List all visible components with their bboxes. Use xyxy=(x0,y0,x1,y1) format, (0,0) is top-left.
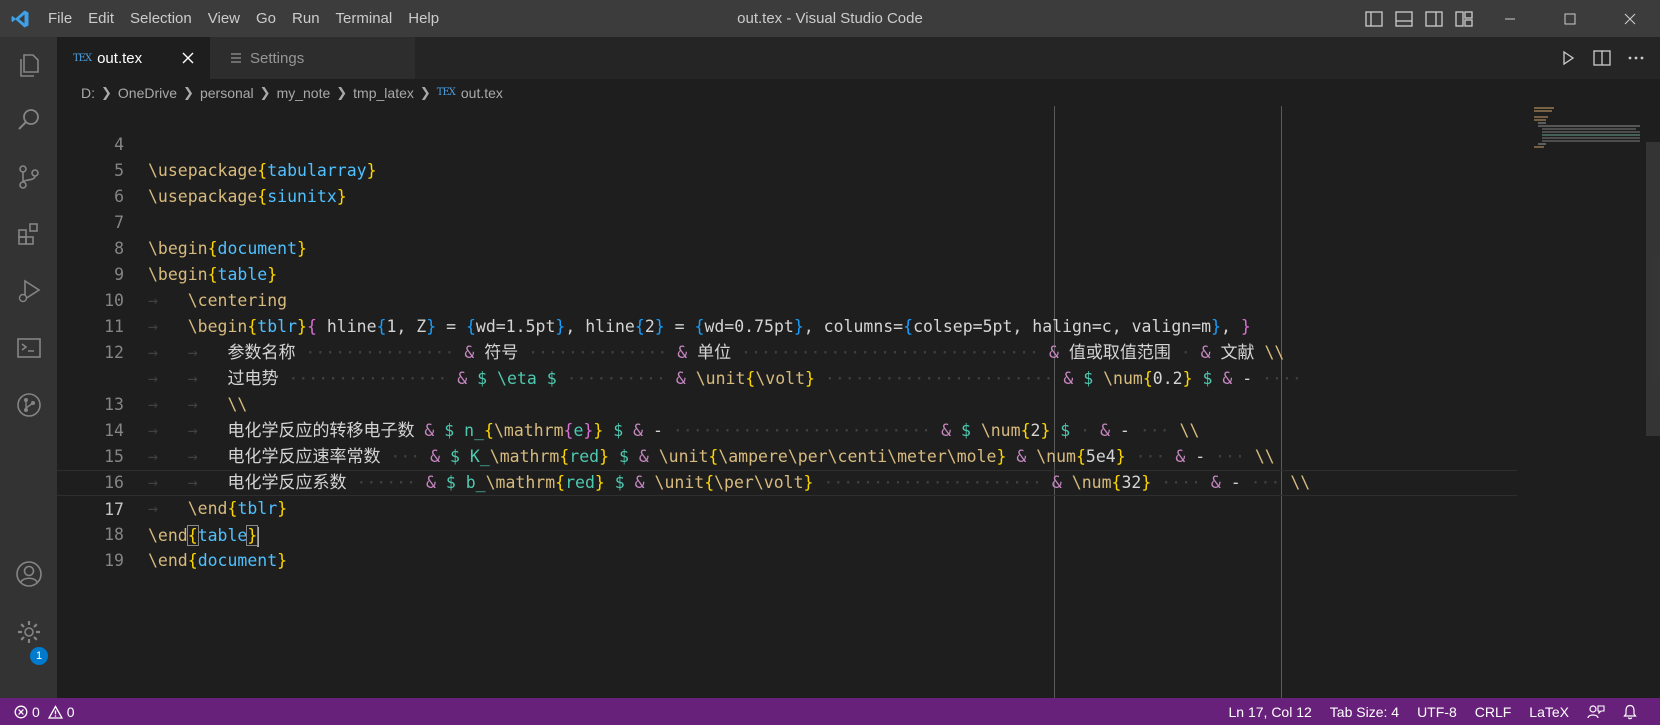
code-line: 15 → → 电化学反应系数 ······ & $ b_\mathrm{red}… xyxy=(57,418,1517,493)
status-bar: 0 0 Ln 17, Col 12 Tab Size: 4 UTF-8 CRLF… xyxy=(0,698,1660,725)
close-window-icon[interactable] xyxy=(1600,0,1660,37)
breadcrumb: D: ❯ OneDrive ❯ personal ❯ my_note ❯ tmp… xyxy=(57,79,1660,106)
chevron-right-icon: ❯ xyxy=(183,84,194,100)
code-line: 11 → → 参数名称 ··············· & 符号 ·······… xyxy=(57,288,1517,363)
git-graph-icon[interactable] xyxy=(0,379,57,431)
breadcrumb-item[interactable]: personal xyxy=(200,85,254,101)
code-editor[interactable]: 4 \usepackage{tabularray} 5 \usepackage{… xyxy=(57,106,1660,698)
minimize-icon[interactable] xyxy=(1480,0,1540,37)
vertical-scrollbar[interactable] xyxy=(1646,106,1660,698)
code-line: → → \\ xyxy=(57,340,1517,414)
warning-count: 0 xyxy=(66,703,75,720)
code-line: 10 → \begin{tblr}{ hline{1, Z} = {wd=1.5… xyxy=(57,262,1517,336)
extensions-icon[interactable] xyxy=(0,208,57,260)
run-file-icon[interactable] xyxy=(1558,48,1578,68)
accounts-icon[interactable] xyxy=(0,548,57,600)
chevron-right-icon: ❯ xyxy=(336,84,348,100)
terminal-icon[interactable] xyxy=(0,322,57,374)
menu-bar: File Edit Selection View Go Run Terminal… xyxy=(40,0,447,37)
customize-layout-icon[interactable] xyxy=(1454,9,1474,29)
menu-go[interactable]: Go xyxy=(248,0,284,37)
menu-terminal[interactable]: Terminal xyxy=(328,0,401,37)
tex-icon: TEX xyxy=(436,87,456,98)
tab-settings[interactable]: Settings xyxy=(210,37,415,79)
tab-out-tex[interactable]: TEX out.tex xyxy=(57,37,210,79)
editor-tab-bar: TEX out.tex Settings xyxy=(57,37,1660,79)
source-control-icon[interactable] xyxy=(0,151,57,203)
tab-size[interactable]: Tab Size: 4 xyxy=(1321,704,1408,720)
menu-run[interactable]: Run xyxy=(284,0,328,37)
tab-label: Settings xyxy=(250,49,305,67)
activity-bar: 1 xyxy=(0,37,57,698)
toggle-primary-sidebar-icon[interactable] xyxy=(1364,9,1384,29)
more-actions-icon[interactable] xyxy=(1626,48,1646,68)
code-line: 6 xyxy=(57,158,1517,206)
minimap[interactable] xyxy=(1532,106,1642,150)
file-encoding[interactable]: UTF-8 xyxy=(1408,704,1466,720)
code-line: 12 → → 过电势 ················ & $ \eta $ ·… xyxy=(57,314,1517,389)
code-line: 8 \begin{table} xyxy=(57,210,1517,284)
notifications-bell-icon[interactable] xyxy=(1614,704,1646,720)
end-of-line[interactable]: CRLF xyxy=(1466,704,1521,720)
error-icon xyxy=(14,705,28,719)
maximize-icon[interactable] xyxy=(1540,0,1600,37)
settings-list-icon xyxy=(230,52,242,64)
menu-view[interactable]: View xyxy=(200,0,248,37)
cursor-position[interactable]: Ln 17, Col 12 xyxy=(1220,704,1321,720)
tab-label: out.tex xyxy=(97,49,143,67)
error-count: 0 xyxy=(32,703,40,720)
code-line: 5 \usepackage{siunitx} xyxy=(57,132,1517,206)
chevron-right-icon: ❯ xyxy=(259,84,271,100)
breadcrumb-item[interactable]: out.tex xyxy=(461,85,503,101)
line-text: \end{document} xyxy=(148,551,288,570)
breadcrumb-item[interactable]: tmp_latex xyxy=(353,85,414,101)
scrollbar-thumb[interactable] xyxy=(1646,142,1660,436)
code-line: 13 → → 电化学反应的转移电子数 & $ n_{\mathrm{e}} $ … xyxy=(57,366,1517,441)
run-debug-icon[interactable] xyxy=(0,265,57,317)
editor-actions xyxy=(1558,37,1646,79)
code-line: 18 \end{document} xyxy=(57,496,1517,570)
code-line: 16 → \end{tblr} xyxy=(57,444,1517,518)
code-line: 7 \begin{document} xyxy=(57,184,1517,258)
code-line: 4 \usepackage{tabularray} xyxy=(57,106,1517,180)
code-line: 9 → \centering xyxy=(57,236,1517,310)
chevron-right-icon: ❯ xyxy=(419,84,431,100)
explorer-icon[interactable] xyxy=(0,39,57,91)
menu-help[interactable]: Help xyxy=(400,0,447,37)
language-mode[interactable]: LaTeX xyxy=(1520,704,1578,720)
menu-file[interactable]: File xyxy=(40,0,80,37)
breadcrumb-item[interactable]: D: xyxy=(81,85,95,101)
manage-gear-icon[interactable] xyxy=(0,606,57,658)
chevron-right-icon: ❯ xyxy=(101,84,112,100)
close-icon[interactable] xyxy=(178,48,198,68)
toggle-secondary-sidebar-icon[interactable] xyxy=(1424,9,1444,29)
problems-indicator[interactable]: 0 0 xyxy=(14,704,75,720)
search-icon[interactable] xyxy=(0,94,57,146)
title-bar: File Edit Selection View Go Run Terminal… xyxy=(0,0,1660,37)
breadcrumb-item[interactable]: my_note xyxy=(277,85,331,101)
code-line: 19 xyxy=(57,522,1517,570)
menu-edit[interactable]: Edit xyxy=(80,0,122,37)
warning-icon xyxy=(47,704,63,719)
feedback-icon[interactable] xyxy=(1578,704,1614,720)
menu-selection[interactable]: Selection xyxy=(122,0,200,37)
code-line: 14 → → 电化学反应速率常数 ··· & $ K_\mathrm{red} … xyxy=(57,392,1517,467)
status-right-items: Ln 17, Col 12 Tab Size: 4 UTF-8 CRLF LaT… xyxy=(1220,704,1647,720)
window-controls xyxy=(1480,0,1660,37)
toggle-panel-icon[interactable] xyxy=(1394,9,1414,29)
vscode-logo-icon xyxy=(0,0,40,37)
tex-icon: TEX xyxy=(73,52,92,64)
code-line-current: 17 \end{table} xyxy=(57,470,1517,547)
breadcrumb-item[interactable]: OneDrive xyxy=(118,85,177,101)
layout-controls xyxy=(1364,0,1474,37)
split-editor-icon[interactable] xyxy=(1592,48,1612,68)
line-number: 19 xyxy=(104,551,124,570)
